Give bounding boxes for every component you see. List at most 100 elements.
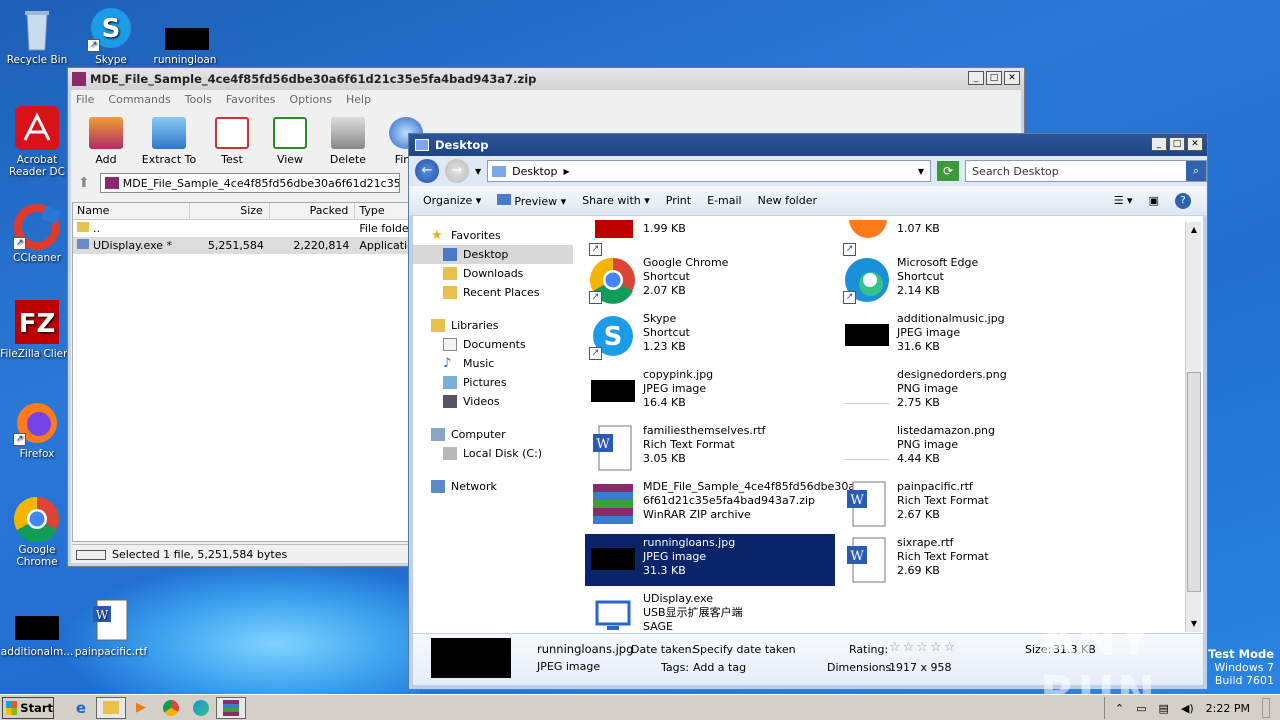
delete-button[interactable]: Delete	[324, 117, 372, 166]
menu-tools[interactable]: Tools	[185, 93, 212, 106]
nav-local-disk[interactable]: Local Disk (C:)	[413, 444, 573, 463]
nav-downloads[interactable]: Downloads	[413, 264, 573, 283]
list-item[interactable]: UDisplay.exe USB显示扩展客户端 SAGE	[585, 590, 835, 634]
help-icon[interactable]: ?	[1175, 192, 1191, 209]
address-dropdown-icon[interactable]: ▼	[918, 167, 924, 176]
show-desktop-button[interactable]	[1262, 698, 1270, 718]
nav-videos[interactable]: Videos	[413, 392, 573, 411]
add-button[interactable]: Add	[82, 117, 130, 166]
desktop-icon-firefox[interactable]: ↗ Firefox	[0, 400, 74, 460]
close-button[interactable]: ✕	[1187, 137, 1203, 151]
volume-icon[interactable]: ◀)	[1181, 702, 1194, 715]
table-row[interactable]: .. File folder	[73, 220, 409, 237]
nav-recent-places[interactable]: Recent Places	[413, 283, 573, 302]
menu-commands[interactable]: Commands	[108, 93, 170, 106]
preview-pane-icon[interactable]: ▣	[1149, 194, 1159, 207]
email-button[interactable]: E-mail	[707, 194, 742, 207]
nav-libraries[interactable]: Libraries	[413, 316, 573, 335]
desktop-icon-ccleaner[interactable]: ↗ CCleaner	[0, 204, 74, 264]
taskbar-chrome[interactable]	[156, 697, 186, 719]
preview-menu[interactable]: Preview ▾	[497, 193, 566, 208]
menu-options[interactable]: Options	[290, 93, 332, 106]
maximize-button[interactable]: □	[986, 71, 1002, 85]
explorer-titlebar[interactable]: Desktop	[409, 134, 1207, 156]
file-list[interactable]: ↗ 1.99 KB ↗ 1.07 KB ↗ Google Chrome Short…	[585, 220, 1189, 634]
list-item[interactable]: additionalmusic.jpg JPEG image 31.6 KB	[839, 310, 1089, 362]
list-item[interactable]: ↗ Google Chrome Shortcut 2.07 KB	[585, 254, 835, 306]
list-item[interactable]: W sixrape.rtf Rich Text Format 2.69 KB	[839, 534, 1089, 586]
extract-to-button[interactable]: Extract To	[140, 117, 198, 166]
new-folder-button[interactable]: New folder	[758, 194, 817, 207]
search-input[interactable]: Search Desktop ⌕	[965, 160, 1208, 182]
menu-file[interactable]: File	[76, 93, 94, 106]
archive-path-box[interactable]: MDE_File_Sample_4ce4f85fd56dbe30a6f61d21…	[99, 173, 400, 193]
start-button[interactable]: Start	[2, 696, 54, 719]
col-name[interactable]: Name	[73, 203, 191, 219]
archive-file-list[interactable]: Name Size Packed Type .. File folder UDi…	[72, 202, 410, 542]
list-item[interactable]: W familiesthemselves.rtf Rich Text Format…	[585, 422, 835, 474]
col-packed[interactable]: Packed	[270, 203, 356, 219]
list-item[interactable]: ↗ Microsoft Edge Shortcut 2.14 KB	[839, 254, 1089, 306]
desktop-icon-painpacific[interactable]: W painpacific.rtf	[74, 598, 148, 658]
scroll-thumb[interactable]	[1187, 372, 1201, 592]
action-center-icon[interactable]: ▭	[1136, 702, 1146, 715]
search-icon[interactable]: ⌕	[1186, 161, 1207, 181]
change-view-icon[interactable]: ☰ ▾	[1114, 194, 1133, 207]
list-item[interactable]: MDE_File_Sample_4ce4f85fd56dbe30a 6f61d21…	[585, 478, 855, 530]
nav-computer[interactable]: Computer	[413, 425, 573, 444]
minimize-button[interactable]: _	[968, 71, 984, 85]
desktop-icon-skype[interactable]: S ↗ Skype	[74, 6, 148, 66]
list-item-selected[interactable]: runningloans.jpg JPEG image 31.3 KB	[585, 534, 835, 586]
rating-stars-icon[interactable]: ☆☆☆☆☆	[889, 640, 957, 655]
taskbar-explorer[interactable]	[96, 696, 126, 719]
detail-date-value[interactable]: Specify date taken	[693, 643, 796, 656]
share-with-menu[interactable]: Share with ▾	[582, 194, 650, 207]
clock[interactable]: 2:22 PM	[1206, 702, 1250, 715]
nav-music[interactable]: ♪ Music	[413, 354, 573, 373]
recent-pages-chevron-icon[interactable]: ▼	[475, 167, 481, 176]
list-item[interactable]: copypink.jpg JPEG image 16.4 KB	[585, 366, 835, 418]
menu-favorites[interactable]: Favorites	[226, 93, 276, 106]
list-item[interactable]: listedamazon.png PNG image 4.44 KB	[839, 422, 1089, 474]
desktop-icon-additionalmusic[interactable]: additionalm...	[0, 598, 74, 658]
explorer-window[interactable]: Desktop _ □ ✕ ← → ▼ Desktop ▶ ▼ ⟳ Search…	[408, 133, 1208, 690]
scroll-up-icon[interactable]: ▲	[1186, 222, 1202, 238]
desktop-icon-acrobat[interactable]: Acrobat Reader DC	[0, 106, 74, 178]
menu-help[interactable]: Help	[346, 93, 371, 106]
list-item[interactable]: ↗ 1.99 KB	[585, 220, 835, 258]
show-hidden-icons-icon[interactable]: ⌃	[1115, 702, 1124, 715]
back-button[interactable]: ←	[415, 159, 439, 183]
view-button[interactable]: View	[266, 117, 314, 166]
maximize-button[interactable]: □	[1169, 137, 1185, 151]
nav-desktop[interactable]: Desktop	[413, 245, 573, 264]
winrar-titlebar[interactable]: MDE_File_Sample_4ce4f85fd56dbe30a6f61d21…	[68, 68, 1024, 90]
desktop-icon-filezilla[interactable]: FZ FileZilla Client	[0, 300, 74, 360]
breadcrumb-chevron-icon[interactable]: ▶	[564, 167, 570, 176]
taskbar-winrar[interactable]	[216, 696, 246, 719]
network-icon[interactable]: ▤	[1159, 702, 1169, 715]
close-button[interactable]: ✕	[1004, 71, 1020, 85]
minimize-button[interactable]: _	[1151, 137, 1167, 151]
print-button[interactable]: Print	[666, 194, 691, 207]
vertical-scrollbar[interactable]: ▲ ▼	[1185, 222, 1201, 632]
desktop-icon-recycle-bin[interactable]: Recycle Bin	[0, 6, 74, 66]
taskbar-edge[interactable]	[186, 697, 216, 719]
taskbar-media-player[interactable]: ▶	[126, 697, 156, 719]
list-item[interactable]: S ↗ Skype Shortcut 1.23 KB	[585, 310, 835, 362]
address-box[interactable]: Desktop ▶ ▼	[487, 160, 932, 182]
list-item[interactable]: ↗ 1.07 KB	[839, 220, 1089, 258]
test-button[interactable]: Test	[208, 117, 256, 166]
refresh-button[interactable]: ⟳	[937, 161, 960, 181]
nav-pictures[interactable]: Pictures	[413, 373, 573, 392]
list-item[interactable]: designedorders.png PNG image 2.75 KB	[839, 366, 1089, 418]
table-row[interactable]: UDisplay.exe * 5,251,584 2,220,814 Appli…	[73, 237, 409, 254]
col-size[interactable]: Size	[190, 203, 270, 219]
desktop-icon-runningloan[interactable]: runningloan	[148, 6, 222, 66]
list-item[interactable]: W painpacific.rtf Rich Text Format 2.67 KB	[839, 478, 1089, 530]
nav-favorites[interactable]: ★ Favorites	[413, 226, 573, 245]
nav-network[interactable]: Network	[413, 477, 573, 496]
taskbar-ie[interactable]: e	[66, 697, 96, 719]
organize-menu[interactable]: Organize ▾	[423, 194, 481, 207]
nav-documents[interactable]: Documents	[413, 335, 573, 354]
desktop-icon-chrome[interactable]: Google Chrome	[0, 496, 74, 568]
